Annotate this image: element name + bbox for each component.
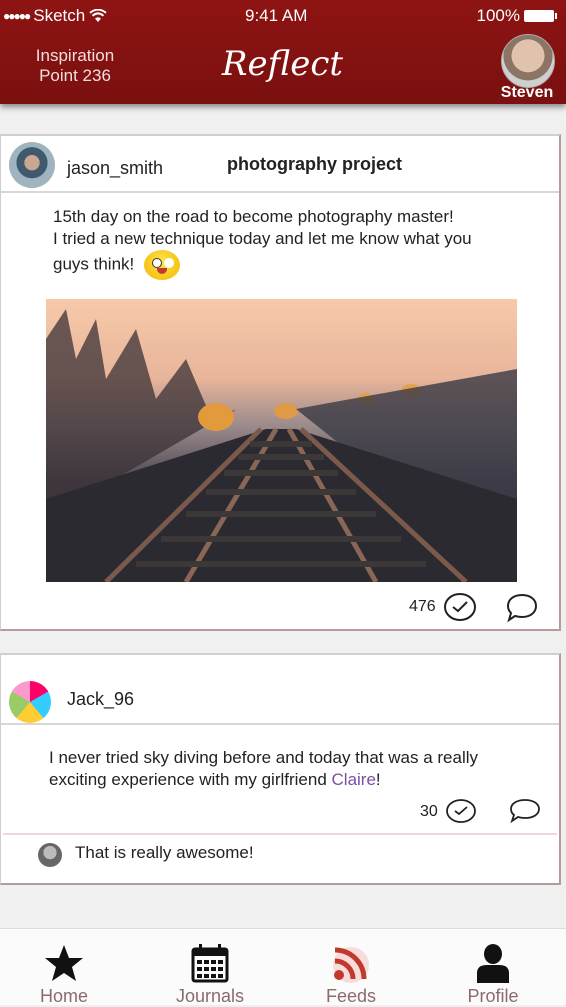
comment-icon[interactable]	[508, 798, 542, 824]
comment-icon[interactable]	[505, 592, 539, 624]
user-avatar[interactable]	[501, 34, 555, 88]
post-text-line-part: !	[375, 770, 381, 789]
post-text: I never tried sky diving before and toda…	[49, 747, 478, 791]
tab-feeds[interactable]: Feeds	[281, 929, 421, 1006]
post-username[interactable]: jason_smith	[67, 158, 163, 179]
person-icon	[477, 944, 509, 983]
avatar[interactable]	[38, 843, 62, 867]
post-card: Jack_96 I never tried sky diving before …	[0, 653, 561, 885]
calendar-icon	[191, 944, 229, 983]
signal-icon: ●●●●●	[3, 9, 31, 23]
status-time: 9:41 AM	[245, 6, 308, 25]
post-text-line: guys think!	[53, 250, 472, 280]
post-text: 15th day on the road to become photograp…	[53, 206, 472, 280]
post-photo[interactable]	[46, 299, 517, 582]
rss-icon	[333, 947, 369, 983]
post-text-line: exciting experience with my girlfriend C…	[49, 769, 478, 791]
post-text-line: I tried a new technique today and let me…	[53, 229, 472, 248]
tab-home[interactable]: Home	[0, 929, 134, 1006]
post-text-line: 15th day on the road to become photograp…	[53, 207, 454, 226]
tab-journals[interactable]: Journals	[140, 929, 280, 1006]
post-card: jason_smith photography project 15th day…	[0, 134, 561, 631]
app-header: ●●●●● Sketch 9:41 AM 100% Inspiration Po…	[0, 0, 566, 104]
status-battery: 100%	[476, 6, 557, 26]
mention-link[interactable]: Claire	[332, 770, 376, 789]
check-circle-icon[interactable]	[445, 798, 477, 824]
status-carrier: ●●●●● Sketch	[3, 6, 107, 26]
like-count: 30	[420, 803, 438, 820]
post-text-line-part: guys think!	[53, 254, 135, 274]
location-line-2: Point 236	[39, 66, 111, 85]
status-bar: ●●●●● Sketch 9:41 AM 100%	[0, 4, 566, 30]
user-name[interactable]: Steven	[492, 84, 562, 102]
comment-text: That is really awesome!	[75, 843, 254, 862]
post-title: photography project	[227, 154, 402, 174]
battery-percent: 100%	[476, 6, 520, 25]
carrier-name: Sketch	[33, 6, 86, 25]
like-count: 476	[409, 598, 436, 615]
railway-photo-image	[46, 309, 517, 582]
post-text-line: I never tried sky diving before and toda…	[49, 748, 479, 767]
app-title: Reflect	[221, 44, 344, 84]
star-icon	[45, 945, 83, 981]
post-header: jason_smith photography project	[1, 136, 559, 193]
post-username[interactable]: Jack_96	[67, 689, 134, 710]
wifi-icon	[89, 9, 107, 22]
comment-row: That is really awesome!	[3, 833, 557, 883]
avatar[interactable]	[9, 681, 51, 723]
avatar[interactable]	[9, 142, 55, 188]
location-label[interactable]: Inspiration Point 236	[20, 46, 130, 86]
location-line-1: Inspiration	[35, 46, 115, 65]
smiley-emoji-icon	[144, 250, 181, 280]
tab-bar: Home Journals Feeds Profile	[0, 928, 566, 1006]
post-text-line-part: exciting experience with my girlfriend	[49, 770, 332, 789]
battery-icon	[524, 10, 557, 22]
post-header: Jack_96	[1, 655, 559, 725]
tab-profile[interactable]: Profile	[423, 929, 563, 1006]
check-circle-icon[interactable]	[443, 592, 477, 622]
